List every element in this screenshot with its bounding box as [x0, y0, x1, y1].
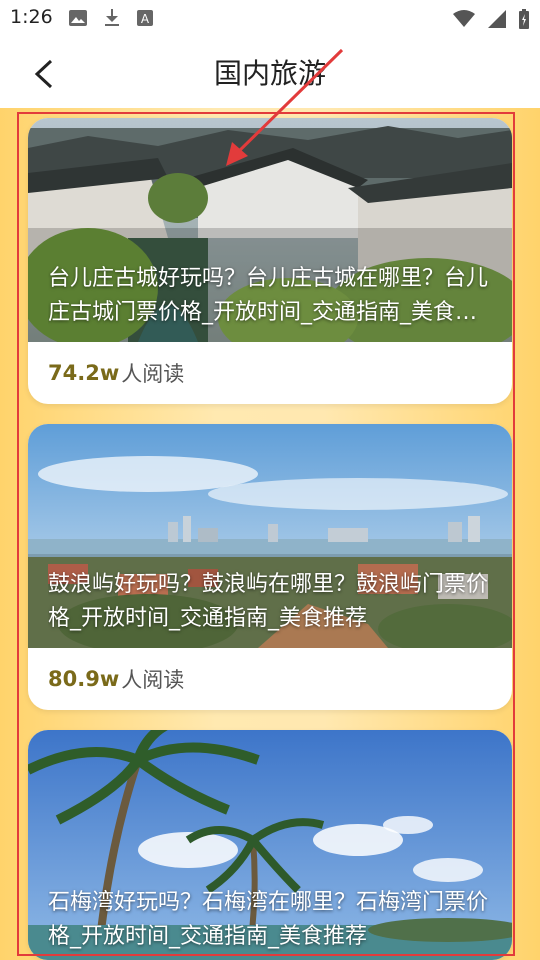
article-image-shimeiwan: 石梅湾好玩吗？石梅湾在哪里？石梅湾门票价格_开放时间_交通指南_美食推荐 [28, 730, 512, 960]
read-count: 80.9w [48, 667, 120, 691]
status-right [452, 8, 530, 30]
status-bar: 1:26 A [0, 0, 540, 36]
app-header: 国内旅游 [0, 36, 540, 108]
status-time: 1:26 [10, 6, 53, 28]
download-icon [105, 9, 119, 26]
svg-text:A: A [141, 12, 150, 26]
read-label: 人阅读 [121, 668, 185, 692]
article-image-taierzhuang: 台儿庄古城好玩吗？台儿庄古城在哪里？台儿庄古城门票价格_开放时间_交通指南_美食… [28, 118, 512, 342]
page-title: 国内旅游 [213, 57, 326, 90]
read-label: 人阅读 [121, 362, 185, 386]
image-icon [69, 10, 87, 26]
article-card[interactable]: 台儿庄古城好玩吗？台儿庄古城在哪里？台儿庄古城门票价格_开放时间_交通指南_美食… [28, 118, 512, 404]
article-card[interactable]: 石梅湾好玩吗？石梅湾在哪里？石梅湾门票价格_开放时间_交通指南_美食推荐 [28, 730, 512, 960]
article-footer: 80.9w 人阅读 [28, 648, 512, 710]
article-title: 鼓浪屿好玩吗？鼓浪屿在哪里？鼓浪屿门票价格_开放时间_交通指南_美食推荐 [48, 572, 489, 631]
article-footer: 74.2w 人阅读 [28, 342, 512, 404]
article-list[interactable]: 台儿庄古城好玩吗？台儿庄古城在哪里？台儿庄古城门票价格_开放时间_交通指南_美食… [0, 108, 540, 960]
article-title: 台儿庄古城好玩吗？台儿庄古城在哪里？台儿庄古城门票价格_开放时间_交通指南_美食… [48, 266, 489, 325]
read-count: 74.2w [48, 361, 120, 385]
battery-icon [519, 9, 529, 29]
signal-icon [488, 10, 506, 28]
article-card[interactable]: 鼓浪屿好玩吗？鼓浪屿在哪里？鼓浪屿门票价格_开放时间_交通指南_美食推荐 80.… [28, 424, 512, 710]
wifi-icon [453, 10, 475, 27]
article-title: 石梅湾好玩吗？石梅湾在哪里？石梅湾门票价格_开放时间_交通指南_美食推荐 [48, 890, 489, 949]
font-icon: A [137, 10, 153, 26]
article-image-gulangyu: 鼓浪屿好玩吗？鼓浪屿在哪里？鼓浪屿门票价格_开放时间_交通指南_美食推荐 [28, 424, 512, 648]
